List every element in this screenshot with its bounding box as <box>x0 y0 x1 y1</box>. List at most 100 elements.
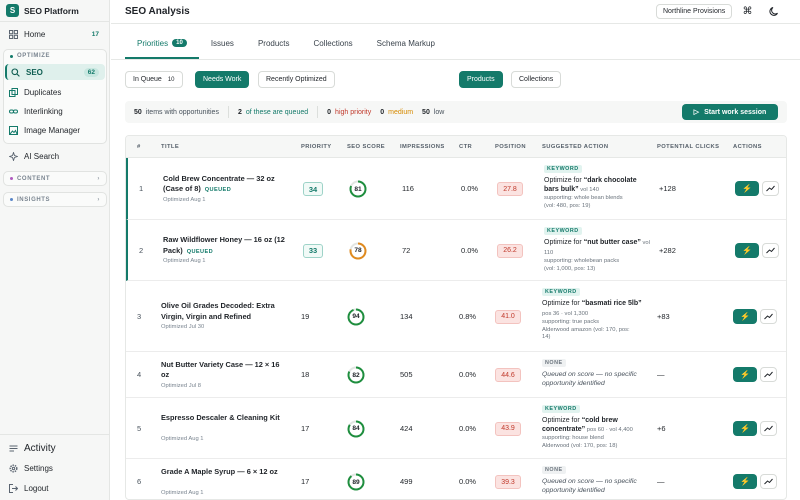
tab-issues[interactable]: Issues <box>199 35 246 59</box>
trend-button[interactable] <box>760 474 777 489</box>
tab-products[interactable]: Products <box>246 35 302 59</box>
row-subtitle: Optimized Aug 1 <box>163 258 206 264</box>
sidebar-item-image-manager[interactable]: Image Manager <box>5 122 105 138</box>
column-header[interactable]: SEO SCORE <box>347 144 385 150</box>
summary-medium: 0 medium <box>380 108 414 116</box>
table-row[interactable]: 1 Cold Brew Concentrate — 32 oz (Case of … <box>126 158 786 220</box>
sidebar: S SEO Platform Home 17 OPTIMIZE SEO 62 D… <box>0 0 110 500</box>
potential-clicks-value: — <box>657 370 665 379</box>
supporting-keywords: Alderwood amazon (vol: 170, pos: <box>542 326 630 333</box>
keyword-stats: pos 60 · vol 4,400 <box>585 427 633 433</box>
trend-button[interactable] <box>762 181 779 196</box>
column-header[interactable]: POSITION <box>495 144 526 150</box>
trend-icon <box>766 185 775 192</box>
potential-clicks-value: +128 <box>659 184 676 193</box>
lightning-icon: ⚡ <box>740 370 750 379</box>
priority-value: 18 <box>301 370 310 379</box>
impressions-value: 424 <box>400 423 413 433</box>
row-title[interactable]: Cold Brew Concentrate — 32 oz (Case of 8… <box>163 174 291 196</box>
lightning-icon: ⚡ <box>740 423 750 433</box>
ctr-value: 0.0% <box>461 184 479 193</box>
priorities-count: 10 <box>172 39 187 47</box>
column-header[interactable]: CTR <box>459 144 472 150</box>
column-header[interactable]: PRIORITY <box>301 144 332 150</box>
row-number: 3 <box>137 311 142 321</box>
optimize-button[interactable]: ⚡ <box>733 308 757 324</box>
start-work-session-button[interactable]: ▷ Start work session <box>682 104 778 120</box>
sidebar-item-seo[interactable]: SEO 62 <box>5 64 105 80</box>
row-title[interactable]: Olive Oil Grades Decoded: Extra Virgin, … <box>161 301 289 322</box>
sidebar-item-label: Image Manager <box>24 125 81 135</box>
impressions-value: 499 <box>400 477 413 486</box>
link-icon <box>9 107 18 116</box>
row-title[interactable]: Espresso Descaler & Cleaning Kit <box>161 413 289 424</box>
trend-button[interactable] <box>760 308 777 324</box>
suggested-action: KEYWORD Optimize for “nut butter case” vo… <box>544 225 652 273</box>
row-subtitle: Optimized Aug 1 <box>163 196 206 203</box>
sidebar-item-interlinking[interactable]: Interlinking <box>5 103 105 119</box>
logout-icon <box>9 483 18 493</box>
seo-score-ring: 81 <box>349 180 367 198</box>
optimize-heading[interactable]: OPTIMIZE <box>4 50 106 62</box>
tab-priorities[interactable]: Priorities 10 <box>125 35 199 59</box>
column-header[interactable]: TITLE <box>161 144 179 150</box>
priority-value: 19 <box>301 311 310 321</box>
sidebar-item-activity[interactable]: Activity <box>5 440 105 456</box>
tab-collections[interactable]: Collections <box>302 35 365 59</box>
insights-heading: INSIGHTS <box>17 196 51 203</box>
tab-schema-markup[interactable]: Schema Markup <box>365 35 447 59</box>
brand[interactable]: S SEO Platform <box>6 4 79 17</box>
filter-in-queue[interactable]: In Queue 10 <box>125 71 183 88</box>
chevron-right-icon: › <box>97 175 100 182</box>
filter-recently-optimized[interactable]: Recently Optimized <box>258 71 335 88</box>
sidebar-item-duplicates[interactable]: Duplicates <box>5 84 105 100</box>
column-header[interactable]: POTENTIAL CLICKS <box>657 144 719 150</box>
column-header[interactable]: IMPRESSIONS <box>400 144 445 150</box>
insights-group[interactable]: INSIGHTS › <box>3 192 107 207</box>
filter-needs-work[interactable]: Needs Work <box>195 71 250 88</box>
row-title[interactable]: Grade A Maple Syrup — 6 × 12 oz <box>161 467 289 478</box>
row-title[interactable]: Nut Butter Variety Case — 12 × 16 oz <box>161 360 289 381</box>
brand-logo: S <box>6 4 19 17</box>
table-row[interactable]: 3 Olive Oil Grades Decoded: Extra Virgin,… <box>126 281 786 352</box>
command-icon[interactable]: ⌘ <box>741 5 754 18</box>
table-row[interactable]: 6 Grade A Maple Syrup — 6 × 12 oz Optimize… <box>126 459 786 499</box>
optimize-button[interactable]: ⚡ <box>733 367 757 382</box>
sidebar-item-home[interactable]: Home 17 <box>5 26 105 42</box>
optimize-button[interactable]: ⚡ <box>735 242 759 258</box>
supporting-keywords: supporting: house blend <box>542 435 604 441</box>
trend-button[interactable] <box>762 242 779 258</box>
potential-clicks-value: +6 <box>657 423 666 433</box>
filter-products[interactable]: Products <box>459 71 503 88</box>
image-icon <box>9 125 18 135</box>
sidebar-item-settings[interactable]: Settings <box>5 460 105 476</box>
row-title[interactable]: Raw Wildflower Honey — 16 oz (12 Pack) QU… <box>163 235 291 257</box>
optimize-button[interactable]: ⚡ <box>735 181 759 196</box>
trend-icon <box>764 313 773 319</box>
sidebar-item-ai-search[interactable]: AI Search <box>5 148 105 164</box>
dot-icon <box>10 198 13 201</box>
ctr-value: 0.0% <box>459 370 477 379</box>
content-group[interactable]: CONTENT › <box>3 171 107 186</box>
seo-score-ring: 84 <box>347 420 365 438</box>
dot-icon <box>10 54 13 58</box>
chevron-right-icon: › <box>97 196 100 203</box>
store-selector[interactable]: Northline Provisions <box>656 4 733 19</box>
table-row[interactable]: 2 Raw Wildflower Honey — 16 oz (12 Pack) Q… <box>126 220 786 281</box>
row-number: 6 <box>137 477 142 486</box>
filter-collections[interactable]: Collections <box>511 71 562 88</box>
supporting-keywords: Alderwood (vol: 170, pos: 18) <box>542 442 618 449</box>
sparkle-icon <box>9 151 18 161</box>
sidebar-item-logout[interactable]: Logout <box>5 480 105 496</box>
trend-button[interactable] <box>760 420 777 436</box>
trend-button[interactable] <box>760 367 777 382</box>
column-header: SUGGESTED ACTION <box>542 144 609 150</box>
table-row[interactable]: 4 Nut Butter Variety Case — 12 × 16 oz Opt… <box>126 352 786 398</box>
optimize-button[interactable]: ⚡ <box>733 474 757 489</box>
optimize-button[interactable]: ⚡ <box>733 420 757 436</box>
brand-name: SEO Platform <box>24 5 79 16</box>
impressions-value: 116 <box>402 184 414 193</box>
moon-icon[interactable] <box>768 5 781 18</box>
search-icon <box>11 67 20 77</box>
table-row[interactable]: 5 Espresso Descaler & Cleaning Kit Optimiz… <box>126 398 786 459</box>
